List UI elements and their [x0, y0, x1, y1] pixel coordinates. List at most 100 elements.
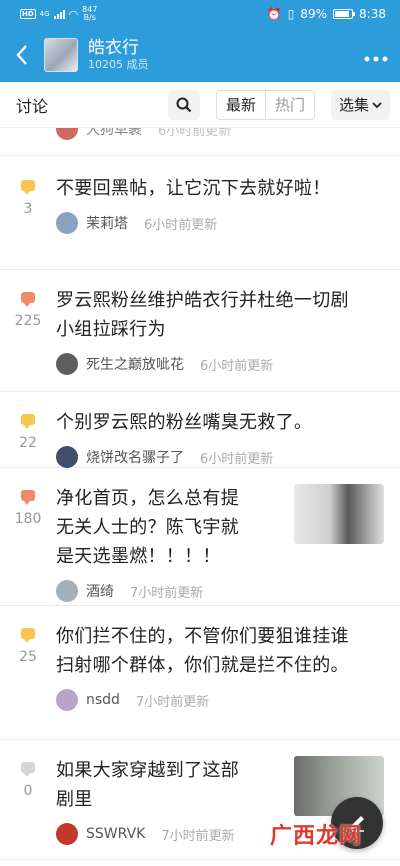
post-title[interactable]: 个别罗云熙的粉丝嘴臭无救了。 [56, 408, 384, 437]
network-speed: 847 B/s [82, 6, 97, 22]
post-time: 6小时前更新 [158, 128, 232, 139]
post-meta: nsdd 7小时前更新 [56, 689, 209, 711]
tab-discuss[interactable]: 讨论 [16, 93, 168, 117]
tab-bar: 讨论 最新 热门 选集 [0, 82, 400, 128]
list-item[interactable]: 3 不要回黑帖，让它沉下去就好啦！ 茉莉塔 6小时前更新 [0, 158, 400, 270]
wifi-icon: ◠ [68, 7, 79, 21]
list-item[interactable]: 225 罗云熙粉丝维护皓衣行并杜绝一切剧 小组拉踩行为 死生之巅放呲花 6小时前更… [0, 270, 400, 392]
sort-hot[interactable]: 热门 [266, 91, 314, 119]
more-button[interactable] [364, 43, 388, 68]
post-title-line: 小组拉踩行为 [56, 319, 166, 340]
author-name[interactable]: 烧饼改名骡子了 [86, 447, 184, 467]
post-time: 6小时前更新 [200, 358, 274, 374]
watermark-text: 广西龙网 [270, 824, 363, 849]
post-title[interactable]: 罗云熙粉丝维护皓衣行并杜绝一切剧 小组拉踩行为 [56, 286, 384, 344]
post-meta: 大狗草裹 6小时前更新 [56, 128, 231, 140]
sort-latest[interactable]: 最新 [216, 90, 266, 119]
comment-count: 25 [19, 649, 37, 665]
battery-icon [333, 9, 356, 19]
post-title-line: 你们拦不住的，不管你们要狙谁挂谁 [56, 626, 349, 647]
clock: 8:38 [359, 7, 386, 21]
avatar[interactable] [56, 689, 78, 711]
collection-button[interactable]: 选集 [330, 89, 390, 120]
more-dots-icon [364, 56, 388, 61]
post-list: 大狗草裹 6小时前更新 3 不要回黑帖，让它沉下去就好啦！ 茉莉塔 6小时前更新… [0, 128, 400, 866]
status-bar: HD 4G ◠ 847 B/s ⏰ ▯ 89% 8:38 [0, 0, 400, 28]
sort-toggle: 最新 热门 [215, 89, 315, 120]
post-meta: 茉莉塔 6小时前更新 [56, 212, 217, 234]
post-title[interactable]: 不要回黑帖，让它沉下去就好啦！ [56, 174, 384, 203]
comment-rail: 3 [12, 176, 44, 217]
top-bar: HD 4G ◠ 847 B/s ⏰ ▯ 89% 8:38 皓衣行 10205 成… [0, 0, 400, 82]
search-button[interactable] [167, 89, 200, 120]
post-title-line: 不要回黑帖，让它沉下去就好啦！ [56, 178, 331, 199]
author-name[interactable]: SSWRVK [86, 826, 145, 842]
collection-label: 选集 [338, 95, 369, 114]
post-title-line: 净化首页，怎么总有提 [56, 488, 239, 509]
post-title-line: 个别罗云熙的粉丝嘴臭无救了。 [56, 412, 313, 433]
signal-icon [53, 9, 65, 19]
vibrate-icon: ▯ [287, 7, 295, 21]
post-title-line: 是天选墨燃！！！！ [56, 546, 221, 567]
group-info[interactable]: 皓衣行 10205 成员 [88, 38, 364, 72]
avatar[interactable] [56, 823, 78, 845]
comment-rail: 0 [12, 758, 44, 799]
post-title[interactable]: 净化首页，怎么总有提 无关人士的？陈飞宇就 是天选墨燃！！！！ [56, 484, 286, 571]
post-meta: SSWRVK 7小时前更新 [56, 823, 235, 845]
comment-bubble-icon [21, 762, 35, 777]
comment-bubble-icon [21, 628, 35, 643]
avatar[interactable] [56, 353, 78, 375]
author-name[interactable]: nsdd [86, 692, 120, 708]
list-item[interactable]: 180 净化首页，怎么总有提 无关人士的？陈飞宇就 是天选墨燃！！！！ 酒绮 7小时… [0, 468, 400, 606]
avatar [56, 128, 78, 140]
author-name: 大狗草裹 [86, 128, 142, 138]
post-title[interactable]: 如果大家穿越到了这部 剧里 [56, 756, 286, 814]
comment-rail: 22 [12, 410, 44, 451]
chevron-down-icon [372, 101, 382, 108]
post-meta: 死生之巅放呲花 6小时前更新 [56, 353, 273, 375]
comment-bubble-icon [21, 490, 35, 505]
post-time: 7小时前更新 [135, 694, 210, 710]
comment-bubble-icon [21, 180, 35, 195]
alarm-icon: ⏰ [266, 7, 282, 21]
list-item[interactable]: 25 你们拦不住的，不管你们要狙谁挂谁 扫射哪个群体，你们就是拦不住的。 nsdd… [0, 606, 400, 740]
comment-count: 22 [19, 435, 37, 451]
comment-rail: 225 [12, 288, 44, 329]
post-meta: 烧饼改名骡子了 6小时前更新 [56, 446, 273, 468]
comment-rail: 25 [12, 624, 44, 665]
list-item[interactable]: 22 个别罗云熙的粉丝嘴臭无救了。 烧饼改名骡子了 6小时前更新 [0, 392, 400, 468]
comment-count: 0 [23, 783, 33, 799]
author-name[interactable]: 死生之巅放呲花 [86, 354, 184, 374]
post-title[interactable]: 你们拦不住的，不管你们要狙谁挂谁 扫射哪个群体，你们就是拦不住的。 [56, 622, 384, 680]
author-name[interactable]: 茉莉塔 [86, 213, 128, 233]
post-time: 6小时前更新 [200, 451, 274, 467]
group-avatar[interactable] [44, 38, 78, 72]
chevron-left-icon [16, 45, 27, 65]
battery-percent: 89% [300, 7, 328, 21]
comment-count: 3 [23, 201, 33, 217]
comment-bubble-icon [21, 292, 35, 307]
search-icon [176, 97, 192, 112]
group-title: 皓衣行 [88, 38, 139, 58]
back-button[interactable] [10, 40, 34, 70]
post-title-line: 剧里 [56, 789, 93, 810]
post-title-line: 无关人士的？陈飞宇就 [56, 517, 239, 538]
author-name[interactable]: 酒绮 [86, 581, 114, 601]
post-thumbnail[interactable] [294, 484, 384, 544]
signal-label: 4G [39, 10, 50, 18]
member-count: 10205 成员 [88, 58, 149, 71]
post-title-line: 如果大家穿越到了这部 [56, 760, 239, 781]
list-item-partial[interactable]: 大狗草裹 6小时前更新 [0, 128, 400, 156]
avatar[interactable] [56, 580, 78, 602]
comment-count: 225 [14, 313, 42, 329]
post-meta: 酒绮 7小时前更新 [56, 580, 203, 602]
comment-bubble-icon [21, 414, 35, 429]
post-title-line: 扫射哪个群体，你们就是拦不住的。 [56, 655, 349, 676]
hd-network-icon: HD [20, 9, 36, 19]
comment-count: 180 [14, 511, 42, 527]
speed-unit: B/s [83, 13, 96, 22]
avatar[interactable] [56, 212, 78, 234]
avatar[interactable] [56, 446, 78, 468]
post-time: 7小时前更新 [161, 828, 235, 844]
post-title-line: 罗云熙粉丝维护皓衣行并杜绝一切剧 [56, 290, 349, 311]
